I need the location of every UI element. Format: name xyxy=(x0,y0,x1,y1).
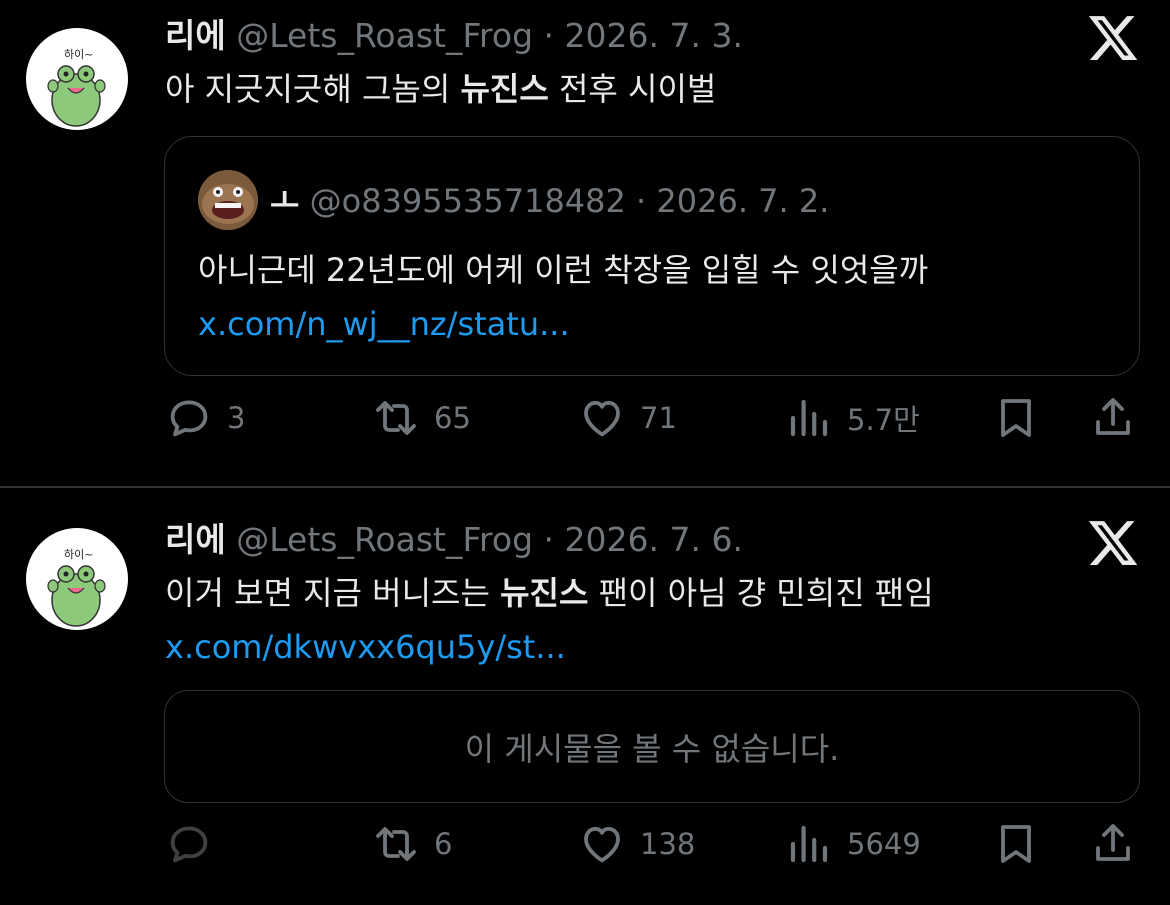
like-button[interactable]: 138 xyxy=(578,820,695,868)
action-bar: 3 65 71 5.7만 xyxy=(0,394,1170,454)
post-header: 리에 @Lets_Roast_Frog · 2026. 7. 6. xyxy=(165,520,743,560)
post-text-part: 팬이 아님 걍 민희진 팬임 xyxy=(588,574,934,612)
share-icon xyxy=(1096,398,1130,435)
bookmark-button[interactable] xyxy=(992,394,1040,442)
like-icon xyxy=(584,400,620,437)
views-icon xyxy=(790,825,828,863)
bookmark-button[interactable] xyxy=(992,820,1040,868)
repost-count: 65 xyxy=(434,401,471,435)
quoted-post[interactable]: ㅗ @o8395535718482 · 2026. 7. 2. 아니근데 22년… xyxy=(164,136,1140,376)
quote-avatar[interactable] xyxy=(198,170,258,230)
frog-avatar-icon: 하이~ xyxy=(47,547,106,627)
repost-icon xyxy=(376,401,416,435)
quote-text: 아니근데 22년도에 어케 이런 착장을 입힐 수 잇엇을까 xyxy=(198,251,929,289)
separator: · xyxy=(636,182,647,220)
views-count: 5.7만 xyxy=(847,403,920,437)
post-text: 이거 보면 지금 버니즈는 뉴진스 팬이 아님 걍 민희진 팬임 xyxy=(165,570,934,616)
handle[interactable]: @Lets_Roast_Frog xyxy=(236,16,533,55)
separator: · xyxy=(543,16,555,55)
views-count: 5649 xyxy=(847,827,921,861)
repost-button[interactable]: 65 xyxy=(372,394,471,442)
display-name[interactable]: 리에 xyxy=(165,16,226,55)
reply-icon xyxy=(170,400,208,437)
bookmark-icon xyxy=(1001,825,1031,863)
like-count: 138 xyxy=(640,827,696,861)
share-button[interactable] xyxy=(1089,820,1137,868)
post-text-bold: 뉴진스 xyxy=(460,70,549,108)
post-link[interactable]: x.com/dkwvxx6qu5y/st... xyxy=(165,624,934,670)
quote-date[interactable]: 2026. 7. 2. xyxy=(656,182,829,220)
unavailable-post-card: 이 게시물을 볼 수 없습니다. xyxy=(164,690,1140,803)
action-bar: 6 138 5649 xyxy=(0,820,1170,880)
handle[interactable]: @Lets_Roast_Frog xyxy=(236,520,533,559)
post-2[interactable]: 하이~ 리에 @Lets_Roast_Frog · 2026. 7. 6. 이거… xyxy=(0,488,1170,905)
post-text-part: 전후 시이벌 xyxy=(548,70,717,108)
repost-icon xyxy=(376,827,416,861)
x-logo-icon[interactable] xyxy=(1086,11,1140,65)
share-button[interactable] xyxy=(1089,394,1137,442)
repost-count: 6 xyxy=(434,827,453,861)
post-1[interactable]: 하이~ 리에 @Lets_Roast_Frog · 2026. 7. 3. 아 … xyxy=(0,0,1170,487)
post-text-block: 이거 보면 지금 버니즈는 뉴진스 팬이 아님 걍 민희진 팬임 x.com/d… xyxy=(165,570,934,670)
unavailable-message: 이 게시물을 볼 수 없습니다. xyxy=(464,729,840,768)
views-icon xyxy=(790,399,828,437)
separator: · xyxy=(543,520,555,559)
quote-handle[interactable]: @o8395535718482 xyxy=(310,182,626,220)
like-count: 71 xyxy=(640,401,677,435)
like-icon xyxy=(584,826,620,863)
post-date[interactable]: 2026. 7. 3. xyxy=(565,16,743,55)
post-text-part: 이거 보면 지금 버니즈는 xyxy=(165,574,501,612)
svg-text:하이~: 하이~ xyxy=(64,547,93,561)
frog-avatar-icon: 하이~ xyxy=(47,47,106,127)
views-button[interactable]: 5649 xyxy=(785,820,921,868)
avatar[interactable]: 하이~ xyxy=(26,28,128,130)
views-button[interactable]: 5.7만 xyxy=(785,394,920,442)
x-logo-icon[interactable] xyxy=(1086,516,1140,570)
post-text: 아 지긋지긋해 그놈의 뉴진스 전후 시이벌 xyxy=(165,66,716,112)
reply-button[interactable]: 3 xyxy=(165,394,245,442)
post-header: 리에 @Lets_Roast_Frog · 2026. 7. 3. xyxy=(165,16,743,56)
quote-link[interactable]: x.com/n_wj__nz/statu... xyxy=(198,297,928,351)
bookmark-icon xyxy=(1001,399,1031,437)
quote-header: ㅗ @o8395535718482 · 2026. 7. 2. xyxy=(270,181,829,221)
repost-button[interactable]: 6 xyxy=(372,820,452,868)
like-button[interactable]: 71 xyxy=(578,394,677,442)
avatar[interactable]: 하이~ xyxy=(26,528,128,630)
quote-display-name[interactable]: ㅗ xyxy=(270,182,299,220)
svg-text:하이~: 하이~ xyxy=(64,47,93,61)
share-icon xyxy=(1096,824,1130,861)
reply-icon xyxy=(170,826,208,863)
quote-text-block: 아니근데 22년도에 어케 이런 착장을 입힐 수 잇엇을까 x.com/n_w… xyxy=(198,243,928,351)
post-date[interactable]: 2026. 7. 6. xyxy=(565,520,743,559)
post-text-part: 아 지긋지긋해 그놈의 xyxy=(165,70,461,108)
reply-count: 3 xyxy=(227,401,246,435)
reply-button[interactable] xyxy=(165,820,227,868)
creature-avatar-icon xyxy=(198,170,258,230)
post-text-bold: 뉴진스 xyxy=(500,574,589,612)
display-name[interactable]: 리에 xyxy=(165,520,226,559)
